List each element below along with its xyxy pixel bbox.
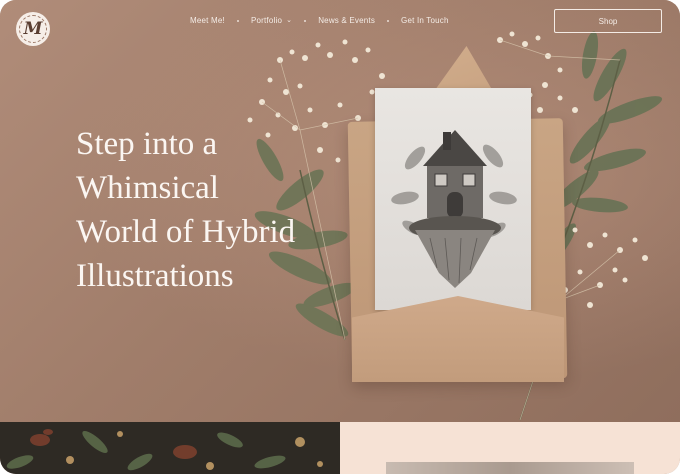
nav-item-meet-me[interactable]: Meet Me! <box>190 16 225 25</box>
hero-section: M Meet Me! Portfolio ⌄ News & Events Get… <box>0 0 680 422</box>
hero-title: Step into a Whimsical World of Hybrid Il… <box>76 122 376 298</box>
nav-item-get-in-touch[interactable]: Get In Touch <box>401 16 449 25</box>
site-logo[interactable]: M <box>16 12 50 46</box>
shop-button[interactable]: Shop <box>554 9 662 33</box>
nav-label: Portfolio <box>250 16 283 25</box>
hero-title-line: Whimsical <box>76 170 219 206</box>
floral-pattern-panel <box>0 422 340 474</box>
nav-item-news-events[interactable]: News & Events <box>318 16 375 25</box>
hero-title-line: Step into a <box>76 126 218 162</box>
nav-label: Meet Me! <box>190 16 225 25</box>
hero-title-line: World of Hybrid <box>76 214 296 250</box>
illustration-card <box>375 88 531 310</box>
floral-pattern <box>6 429 323 471</box>
nav-separator <box>236 19 239 22</box>
hero-title-line: Illustrations <box>76 258 234 294</box>
nav-separator <box>304 19 307 22</box>
house-illustration <box>391 130 517 288</box>
nav-label: Get In Touch <box>401 16 449 25</box>
chevron-down-icon: ⌄ <box>286 16 293 24</box>
nav-label: News & Events <box>318 16 376 25</box>
main-nav: Meet Me! Portfolio ⌄ News & Events Get I… <box>190 16 449 25</box>
photo-preview <box>386 462 634 474</box>
logo-monogram: M <box>23 19 43 39</box>
nav-item-portfolio[interactable]: Portfolio ⌄ <box>251 16 292 25</box>
nav-separator <box>387 19 390 22</box>
page-frame: M Meet Me! Portfolio ⌄ News & Events Get… <box>0 0 680 474</box>
